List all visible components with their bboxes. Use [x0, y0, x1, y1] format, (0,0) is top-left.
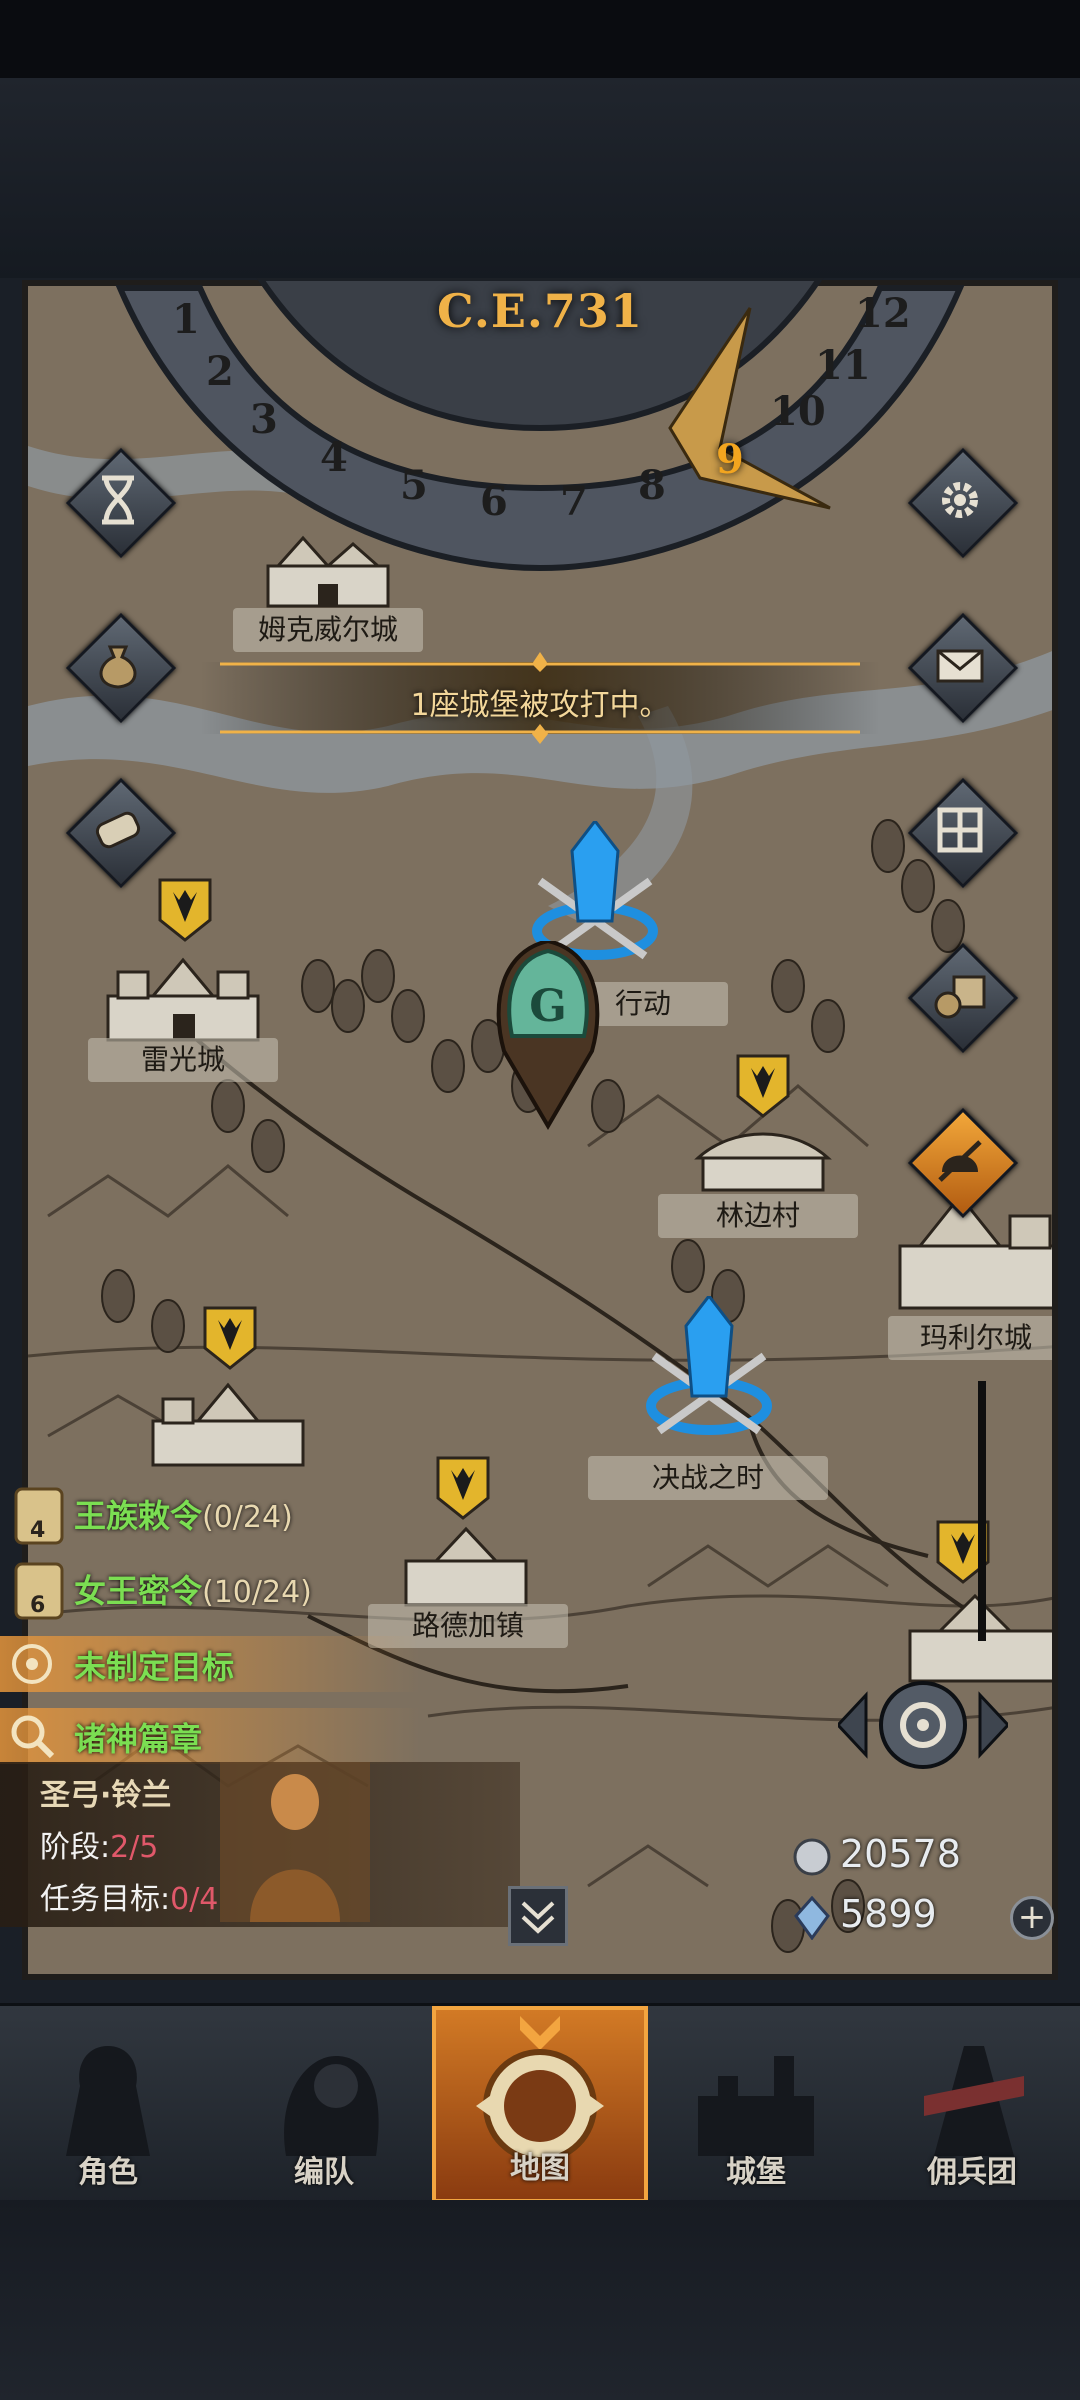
nav-label: 角色: [78, 2155, 138, 2190]
month-5[interactable]: 5: [400, 462, 428, 509]
shield-flag-icon: [158, 878, 212, 942]
nav-mercenary[interactable]: 佣兵团: [864, 2006, 1080, 2203]
stage-value: 2/5: [110, 1830, 159, 1865]
collapse-panel-button[interactable]: [508, 1886, 568, 1946]
hero-portrait: [220, 1762, 370, 1922]
month-6[interactable]: 6: [480, 478, 508, 525]
nav-label: 编队: [294, 2155, 354, 2190]
month-2[interactable]: 2: [206, 348, 234, 395]
month-8[interactable]: 8: [638, 462, 666, 509]
silver-coin-icon: [793, 1838, 831, 1876]
mail-button[interactable]: [907, 612, 1019, 724]
nav-label: 城堡: [726, 2155, 786, 2190]
shield-flag-icon: [736, 1054, 790, 1118]
route-line: [978, 1381, 986, 1641]
quest-name: 未制定目标: [74, 1648, 235, 1686]
quest-no-target[interactable]: 未制定目标: [0, 1636, 420, 1692]
shield-flag-icon: [436, 1456, 490, 1520]
calendar-year: C.E.731: [437, 284, 643, 338]
player-helmet-marker-icon[interactable]: G: [488, 941, 608, 1131]
window-button[interactable]: [907, 777, 1019, 889]
location-mali-label[interactable]: 玛利尔城: [888, 1316, 1052, 1360]
grid-window-icon: [937, 807, 983, 853]
stage-label: 阶段:: [40, 1830, 111, 1865]
village-linbian-icon[interactable]: [693, 1126, 833, 1196]
locate-button[interactable]: [835, 1670, 1011, 1780]
month-4[interactable]: 4: [320, 434, 348, 481]
hourglass-button[interactable]: [65, 447, 177, 559]
hero-stage-panel[interactable]: 圣弓·铃兰 阶段:2/5 任务目标:0/4: [0, 1762, 520, 1927]
month-10[interactable]: 10: [770, 388, 826, 435]
scroll-button[interactable]: [65, 777, 177, 889]
gear-icon: [942, 482, 978, 518]
alert-button[interactable]: [907, 1107, 1019, 1219]
supply-crate-icon: [934, 975, 986, 1019]
status-bar: [0, 0, 1080, 78]
nav-map[interactable]: 地图: [432, 2006, 648, 2203]
hero-name: 圣弓·铃兰: [40, 1778, 172, 1813]
town-lude-icon[interactable]: [396, 1521, 536, 1611]
quest-queen-order[interactable]: 6 女王密令(10/24): [0, 1560, 380, 1620]
quest-name: 王族敕令: [74, 1497, 203, 1535]
month-11[interactable]: 11: [815, 342, 871, 389]
shield-flag-icon: [203, 1306, 257, 1370]
add-crystal-button[interactable]: +: [1010, 1896, 1054, 1940]
money-bag-icon: [99, 645, 137, 689]
location-leiguang-label[interactable]: 雷光城: [88, 1038, 278, 1082]
svg-text:6: 6: [30, 1593, 45, 1618]
target-label: 任务目标:: [40, 1882, 171, 1917]
siege-alert-text: 1座城堡被攻打中。: [410, 688, 670, 723]
month-3[interactable]: 3: [250, 396, 278, 443]
chevron-down-icon: [521, 1901, 555, 1934]
siege-alert-banner[interactable]: 1座城堡被攻打中。: [200, 650, 880, 745]
supply-button[interactable]: [907, 942, 1019, 1054]
warning-helmet-icon: [938, 1140, 982, 1182]
bottom-frame: [0, 2200, 1080, 2400]
quest-count: (10/24): [202, 1575, 312, 1610]
search-icon: [11, 1715, 55, 1759]
hourglass-icon: [102, 475, 134, 525]
settings-button[interactable]: [907, 447, 1019, 559]
quest-gods-chapter[interactable]: 诸神篇章: [0, 1708, 420, 1764]
nav-character[interactable]: 角色: [0, 2006, 216, 2203]
bottom-nav: 角色 编队 地图 城堡 佣兵团: [0, 2003, 1080, 2203]
location-linbian-label[interactable]: 林边村: [658, 1194, 858, 1238]
target-icon: [12, 1644, 52, 1684]
battle-marker-icon[interactable]: [634, 1296, 784, 1446]
nav-formation[interactable]: 编队: [216, 2006, 432, 2203]
svg-text:4: 4: [30, 1518, 45, 1543]
nav-label: 地图: [510, 2151, 570, 2186]
quest-royal-decree[interactable]: 4 王族敕令(0/24): [0, 1485, 360, 1545]
target-value: 0/4: [170, 1882, 219, 1917]
month-9-active[interactable]: 9: [716, 436, 744, 483]
crystal-icon: [794, 1896, 830, 1940]
nav-label: 佣兵团: [927, 2155, 1017, 2190]
mail-icon: [936, 649, 984, 683]
calendar-dial[interactable]: C.E.731 1 2 3 4 5 6 7 8 9 10 11 12: [110, 278, 970, 578]
castle-leiguang-icon[interactable]: [98, 946, 268, 1046]
quest-count: (0/24): [202, 1500, 293, 1535]
top-frame: [0, 78, 1080, 278]
crystal-amount: 5899: [840, 1892, 937, 1936]
location-mkwe-label[interactable]: 姆克威尔城: [233, 608, 423, 652]
month-12[interactable]: 12: [855, 290, 911, 337]
bag-button[interactable]: [65, 612, 177, 724]
month-1[interactable]: 1: [172, 296, 200, 343]
quest-scroll-icon: 4: [14, 1487, 64, 1545]
silver-amount: 20578: [840, 1832, 961, 1876]
castle-cut-icon[interactable]: [143, 1371, 313, 1471]
nav-castle[interactable]: 城堡: [648, 2006, 864, 2203]
month-7[interactable]: 7: [560, 478, 588, 525]
compass-locate-icon: [835, 1681, 1011, 1769]
quest-name: 诸神篇章: [74, 1720, 203, 1758]
scroll-icon: [95, 811, 141, 849]
quest-name: 女王密令: [74, 1572, 203, 1610]
location-juezhan-label[interactable]: 决战之时: [588, 1456, 828, 1500]
quest-scroll-icon: 6: [14, 1562, 64, 1620]
svg-text:G: G: [529, 981, 567, 1032]
